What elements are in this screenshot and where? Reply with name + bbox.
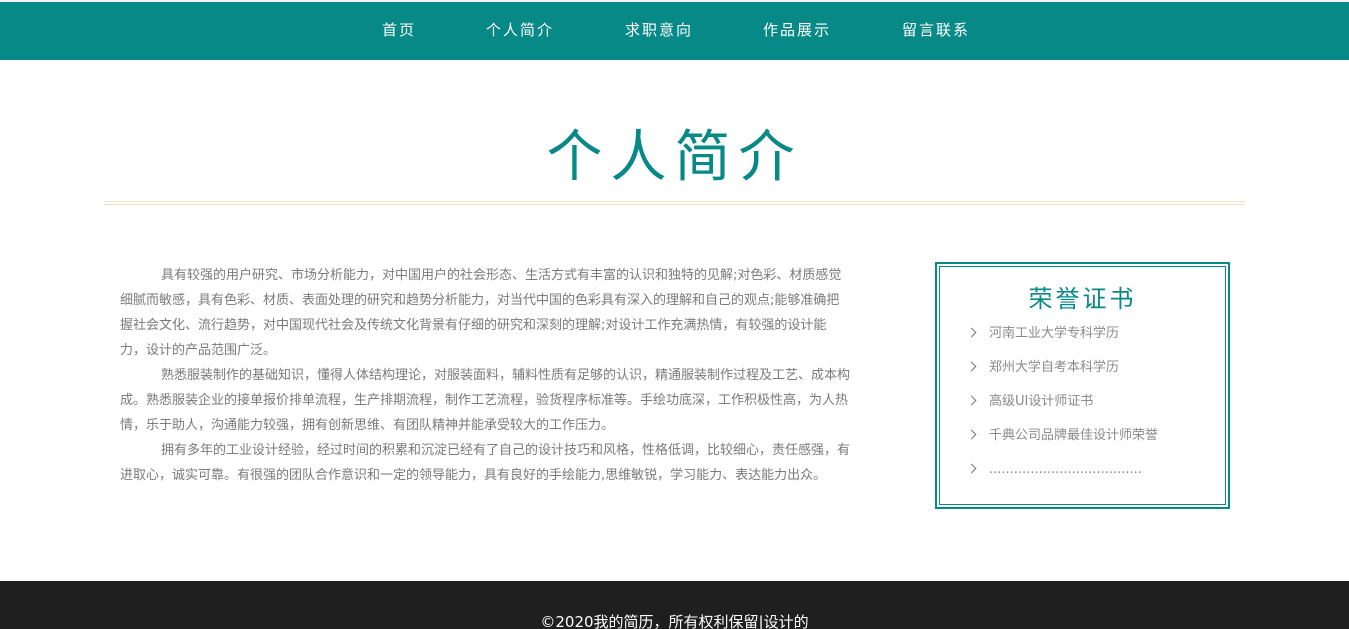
nav-item-portfolio[interactable]: 作品展示 xyxy=(763,2,831,60)
certificates-list: 河南工业大学专科学历 郑州大学自考本科学历 高级UI设计师证书 千典公司品牌最佳… xyxy=(966,320,1159,490)
intro-paragraph: 拥有多年的工业设计经验，经过时间的积累和沉淀已经有了自己的设计技巧和风格，性格低… xyxy=(120,443,851,483)
page-footer: ©2020我的简历，所有权利保留|设计的 xyxy=(0,581,1349,629)
intro-paragraph: 具有较强的用户研究、市场分析能力，对中国用户的社会形态、生活方式有丰富的认识和独… xyxy=(120,268,842,358)
footer-copyright: ©2020我的简历，所有权利保留|设计的 xyxy=(540,613,809,629)
chevron-right-icon xyxy=(966,327,977,338)
certificate-item: ..................................... xyxy=(966,456,1158,490)
chevron-right-icon xyxy=(966,429,977,440)
nav-list: 首页 个人简介 求职意向 作品展示 留言联系 xyxy=(0,2,1349,60)
certificate-label: 河南工业大学专科学历 xyxy=(989,326,1120,341)
certificate-label: ..................................... xyxy=(989,462,1142,477)
certificate-item: 郑州大学自考本科学历 xyxy=(966,354,1158,388)
page-title: 个人简介 xyxy=(546,125,803,190)
certificate-item: 千典公司品牌最佳设计师荣誉 xyxy=(966,422,1159,456)
certificates-title: 荣誉证书 xyxy=(1028,285,1137,313)
nav-item-contact[interactable]: 留言联系 xyxy=(902,2,970,60)
certificate-item: 河南工业大学专科学历 xyxy=(966,320,1158,354)
certificates-panel-inner: 荣誉证书 河南工业大学专科学历 郑州大学自考本科学历 高级UI设计师证书 千典公… xyxy=(939,266,1226,505)
nav-item-home[interactable]: 首页 xyxy=(382,2,416,60)
nav-item-job-intention[interactable]: 求职意向 xyxy=(625,2,693,60)
certificate-label: 高级UI设计师证书 xyxy=(989,394,1094,409)
chevron-right-icon xyxy=(966,463,977,474)
certificate-label: 郑州大学自考本科学历 xyxy=(989,360,1120,375)
intro-text: 具有较强的用户研究、市场分析能力，对中国用户的社会形态、生活方式有丰富的认识和独… xyxy=(120,263,852,488)
intro-paragraph: 熟悉服装制作的基础知识，懂得人体结构理论，对服装面料，辅料性质有足够的认识，精通… xyxy=(120,368,851,433)
certificate-item: 高级UI设计师证书 xyxy=(966,388,1158,422)
chevron-right-icon xyxy=(966,361,977,372)
certificates-panel: 荣誉证书 河南工业大学专科学历 郑州大学自考本科学历 高级UI设计师证书 千典公… xyxy=(935,262,1230,509)
chevron-right-icon xyxy=(966,395,977,406)
title-divider xyxy=(104,201,1245,205)
nav-item-profile[interactable]: 个人简介 xyxy=(486,2,554,60)
certificate-label: 千典公司品牌最佳设计师荣誉 xyxy=(989,428,1159,443)
main-navbar: 首页 个人简介 求职意向 作品展示 留言联系 xyxy=(0,2,1349,60)
